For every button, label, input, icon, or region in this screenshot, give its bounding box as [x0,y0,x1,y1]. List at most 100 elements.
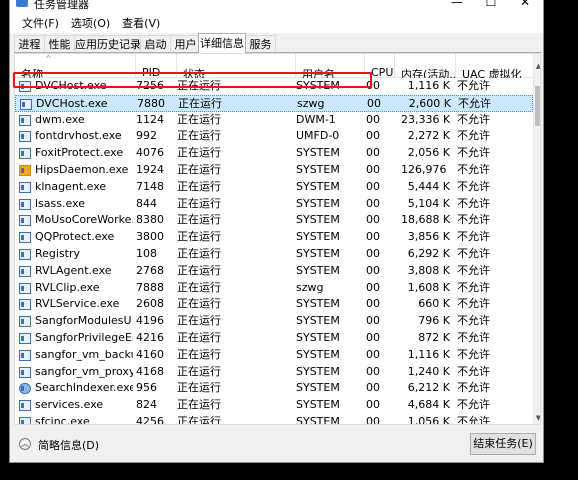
window-title: 任务管理器 [34,0,89,11]
process-name: services.exe [35,398,104,412]
process-pid: 108 [136,246,157,260]
tab-startup[interactable]: 启动 [140,35,171,53]
process-status: 正在运行 [177,112,221,126]
task-manager-window: 任务管理器 — ☐ ✕ 文件(F) 选项(O) 查看(V) 进程 性能 应用历史… [9,0,544,463]
process-user: SYSTEM [296,196,340,210]
process-memory: 18,688 K [401,213,450,227]
process-list: ^ 名称 PID 状态 用户名 CPU 内存(活动... UAC 虚拟化 DVC… [14,53,541,425]
process-user: SYSTEM [296,213,340,227]
footer-bar: ︿ 简略信息(D) 结束任务(E) [10,425,543,462]
process-memory: 1,608 K [407,280,450,294]
process-cpu: 00 [366,381,380,395]
process-user: SYSTEM [296,230,340,244]
less-details-link[interactable]: 简略信息(D) [38,437,99,453]
end-task-button[interactable]: 结束任务(E) [470,433,536,455]
process-memory: 3,856 K [407,230,450,244]
process-row[interactable]: Registry 108 正在运行 SYSTEM 00 6,292 K 不允许 [15,246,533,263]
process-pid: 4160 [136,347,164,361]
process-memory: 2,272 K [407,129,450,143]
process-name: RVLService.exe [35,297,120,311]
process-name: SangforModulesU... [35,314,133,328]
process-row[interactable]: RVLClip.exe 7888 正在运行 szwg 00 1,608 K 不允许 [15,280,533,297]
process-row[interactable]: SangforPrivilegeEl...4216 正在运行 SYSTEM 00 872… [15,330,533,347]
process-name: SearchIndexer.exe [35,381,133,395]
process-user: SYSTEM [296,347,340,361]
process-name: RVLClip.exe [35,280,100,294]
process-user: SYSTEM [296,297,340,311]
process-pid: 3800 [136,230,164,244]
process-row[interactable]: DVCHost.exe 7880 正在运行 szwg 00 2,600 K 不允许 [15,94,533,112]
process-memory: 2,600 K [408,96,451,110]
menu-file[interactable]: 文件(F) [16,15,65,31]
process-user: SYSTEM [296,179,340,193]
process-memory: 1,056 K [407,414,450,425]
vertical-scrollbar[interactable]: ▲ ▼ [533,54,540,424]
process-row[interactable]: QQProtect.exe 3800 正在运行 SYSTEM 00 3,856 K 不允许 [15,229,533,246]
process-uac: 不允许 [457,129,490,143]
process-row[interactable]: SangforModulesU... 4196 正在运行 SYSTEM 00 796 K 不… [15,313,533,330]
tab-users[interactable]: 用户 [170,35,201,53]
minimize-button[interactable]: — [442,0,472,12]
process-row[interactable]: lsass.exe 844 正在运行 SYSTEM 00 5,104 K 不允许 [15,196,533,213]
process-name: RVLAgent.exe [35,263,112,277]
process-row[interactable]: sangfor_vm_proxy_...4168 正在运行 SYSTEM 00 1,24… [15,364,533,381]
process-pid: 824 [136,398,157,412]
process-cpu: 00 [366,162,380,176]
process-pid: 8380 [136,213,164,227]
process-cpu: 00 [366,196,380,210]
menu-view[interactable]: 查看(V) [116,15,166,31]
process-pid: 4216 [136,330,164,344]
process-name: HipsDaemon.exe [35,162,129,176]
tab-services[interactable]: 服务 [245,35,276,53]
process-uac: 不允许 [457,230,490,244]
process-row[interactable]: services.exe 824 正在运行 SYSTEM 00 4,684 K 不允许 [15,397,533,414]
process-row[interactable]: SearchIndexer.exe 956 正在运行 SYSTEM 00 6,212 K 不… [15,380,533,397]
scroll-thumb[interactable] [535,86,540,126]
process-row[interactable]: sangfor_vm_backu...4160 正在运行 SYSTEM 00 1,116… [15,347,533,364]
menu-options[interactable]: 选项(O) [65,15,116,31]
process-uac: 不允许 [458,96,491,110]
process-row[interactable]: MoUsoCoreWorke... 8380 正在运行 SYSTEM 00 18,688 … [15,212,533,229]
process-name: SangforPrivilegeEl... [35,330,133,344]
process-status: 正在运行 [177,246,221,260]
process-cpu: 00 [366,146,380,160]
scroll-down-icon[interactable]: ▼ [534,414,540,424]
maximize-button[interactable]: ☐ [476,0,506,12]
column-uac[interactable]: UAC 虚拟化 [456,54,533,78]
process-cpu: 00 [366,297,380,311]
tab-performance[interactable]: 性能 [44,35,75,53]
process-pid: 7880 [137,96,165,110]
close-button[interactable]: ✕ [510,0,540,12]
process-row[interactable]: RVLAgent.exe 2768 正在运行 SYSTEM 00 3,808 K 不允许 [15,263,533,280]
process-name: fontdrvhost.exe [35,129,122,143]
process-uac: 不允许 [457,112,490,126]
process-row[interactable]: klnagent.exe 7148 正在运行 SYSTEM 00 5,444 K 不允许 [15,179,533,196]
process-uac: 不允许 [457,146,490,160]
tab-processes[interactable]: 进程 [14,35,45,53]
process-user: DWM-1 [296,112,336,126]
column-memory[interactable]: 内存(活动... [395,54,456,78]
process-pid: 1924 [136,162,164,176]
process-pid: 4196 [136,314,164,328]
chevron-up-icon[interactable]: ︿ [19,438,31,450]
process-name: sangfor_vm_backu... [35,347,133,361]
process-row[interactable]: fontdrvhost.exe 992 正在运行 UMFD-0 00 2,272 K 不允许 [15,128,533,145]
process-user: szwg [296,280,324,294]
process-user: SYSTEM [296,263,340,277]
process-row[interactable]: RVLService.exe 2608 正在运行 SYSTEM 00 660 K 不允许 [15,296,533,313]
process-row[interactable]: dwm.exe 1124 正在运行 DWM-1 00 23,336 K 不允许 [15,112,533,129]
process-uac: 不允许 [457,297,490,311]
process-row[interactable]: HipsDaemon.exe 1924 正在运行 SYSTEM 00 126,976 K 不… [15,162,533,179]
scroll-up-icon[interactable]: ▲ [534,62,540,72]
process-cpu: 00 [366,280,380,294]
process-row[interactable]: FoxitProtect.exe 4076 正在运行 SYSTEM 00 2,056 K 不… [15,145,533,162]
process-uac: 不允许 [457,398,490,412]
process-status: 正在运行 [177,414,221,425]
process-cpu: 00 [366,330,380,344]
process-row[interactable]: sfcinc.exe 4256 正在运行 SYSTEM 00 1,056 K 不允许 [15,414,533,425]
tab-details[interactable]: 详细信息 [198,33,246,53]
process-name: dwm.exe [35,112,85,126]
highlight-box [13,72,372,88]
tab-app-history[interactable]: 应用历史记录 [74,35,141,53]
task-manager-icon [16,0,28,7]
